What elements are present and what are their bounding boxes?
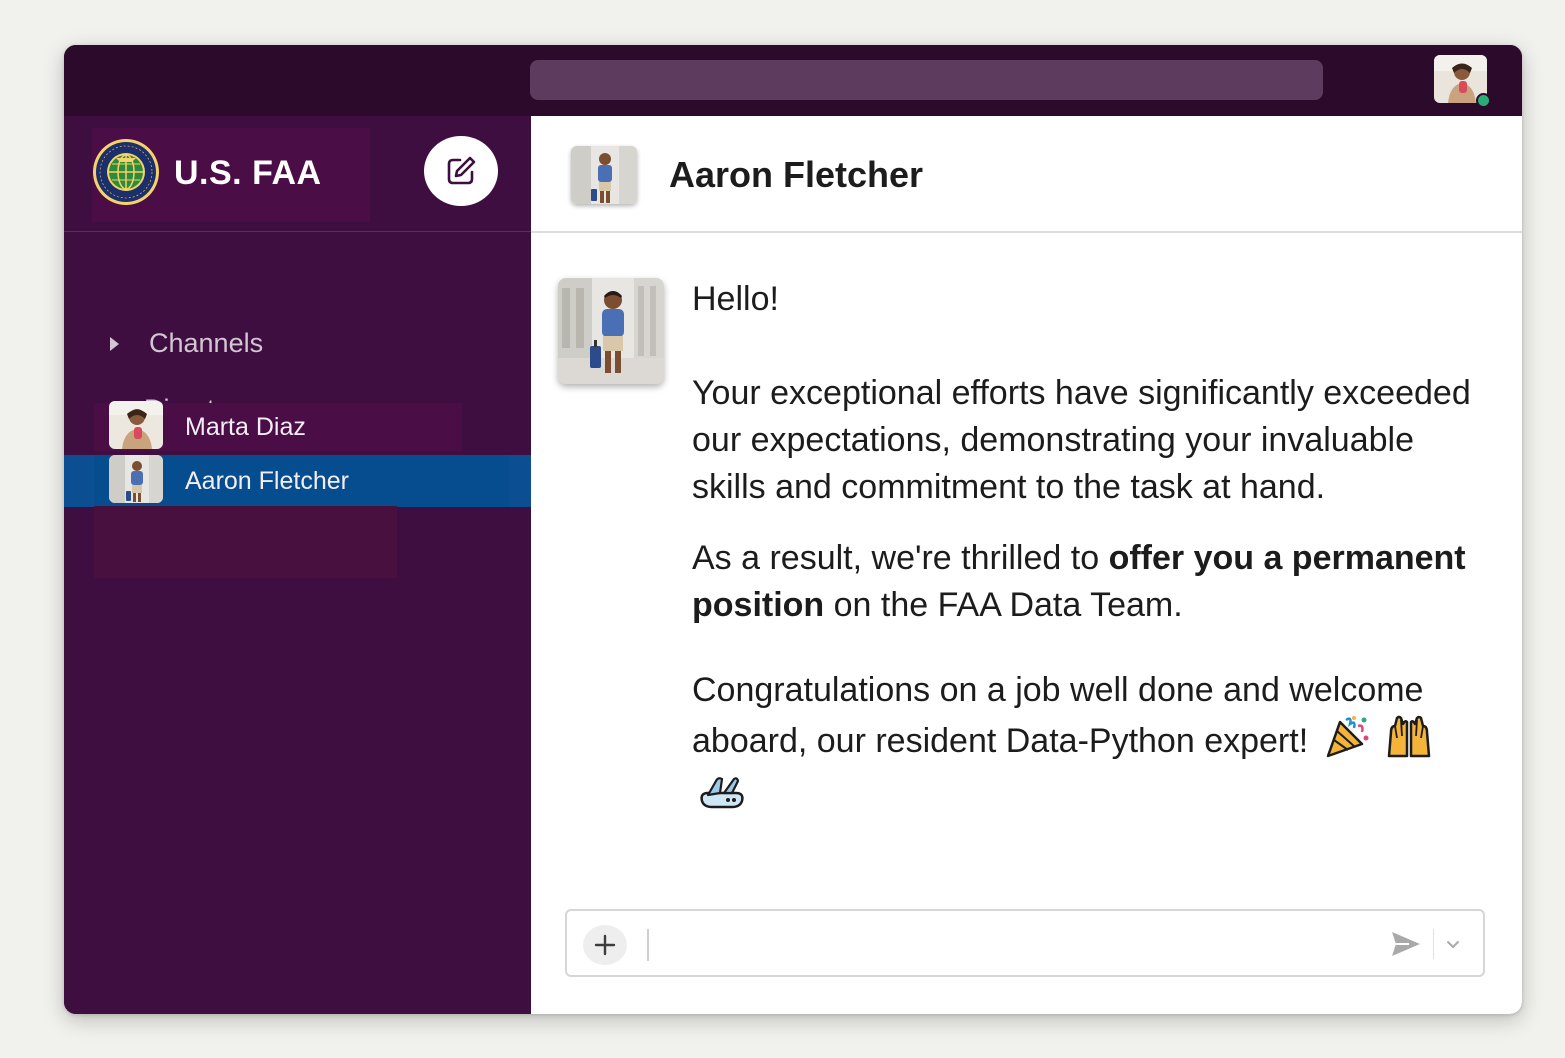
message-text: Congratulations on a job well done and w…	[692, 671, 1424, 760]
faa-logo-icon	[92, 138, 160, 206]
message-text: As a result, we're thrilled to	[692, 539, 1109, 577]
message-avatar[interactable]	[558, 278, 664, 384]
main-pane: Aaron Fletcher Hello! Your exceptional e…	[531, 116, 1522, 1014]
avatar	[109, 401, 163, 449]
send-divider	[1433, 929, 1434, 959]
send-options-button[interactable]	[1443, 933, 1463, 955]
send-icon	[1392, 932, 1420, 956]
top-bar	[64, 45, 1522, 116]
dm-label: Aaron Fletcher	[185, 466, 349, 495]
send-button[interactable]	[1389, 929, 1423, 959]
app-window: U.S. FAA Channels Direct messages	[64, 45, 1522, 1014]
message-greeting: Hello!	[692, 280, 779, 318]
message-paragraph-2: As a result, we're thrilled to offer you…	[692, 535, 1482, 629]
composer-divider	[647, 929, 649, 961]
dm-item-marta-diaz[interactable]: Marta Diaz	[64, 401, 531, 453]
add-attachment-button[interactable]	[583, 925, 627, 965]
message-input[interactable]	[657, 925, 1361, 965]
conversation-avatar[interactable]	[571, 146, 637, 204]
message-composer	[565, 909, 1485, 977]
section-channels[interactable]: Channels	[110, 328, 263, 359]
dm-label: Marta Diaz	[185, 412, 306, 441]
caret-right-icon	[110, 336, 119, 351]
airplane-icon	[698, 771, 746, 824]
workspace-name[interactable]: U.S. FAA	[174, 154, 322, 193]
chevron-down-icon	[1447, 941, 1459, 949]
party-popper-icon	[1324, 714, 1370, 771]
message-paragraph-3: Congratulations on a job well done and w…	[692, 667, 1482, 824]
sidebar: U.S. FAA Channels Direct messages	[64, 116, 531, 1014]
presence-indicator	[1476, 93, 1491, 108]
section-channels-label: Channels	[149, 328, 264, 358]
message-paragraph-1: Your exceptional efforts have significan…	[692, 374, 1471, 506]
conversation-header: Aaron Fletcher	[531, 116, 1522, 233]
avatar	[109, 455, 163, 503]
compose-icon	[447, 156, 476, 185]
conversation-title[interactable]: Aaron Fletcher	[669, 154, 923, 196]
raising-hands-icon	[1385, 714, 1433, 771]
plus-icon	[594, 934, 616, 956]
compose-button[interactable]	[424, 136, 498, 206]
message-text: on the FAA Data Team.	[824, 586, 1183, 624]
search-bar[interactable]	[530, 60, 1323, 100]
message-body: Hello! Your exceptional efforts have sig…	[692, 276, 1482, 824]
dm-item-aaron-fletcher[interactable]: Aaron Fletcher	[64, 455, 531, 507]
sidebar-empty-highlight	[94, 506, 397, 578]
workspace-header: U.S. FAA	[64, 116, 531, 232]
